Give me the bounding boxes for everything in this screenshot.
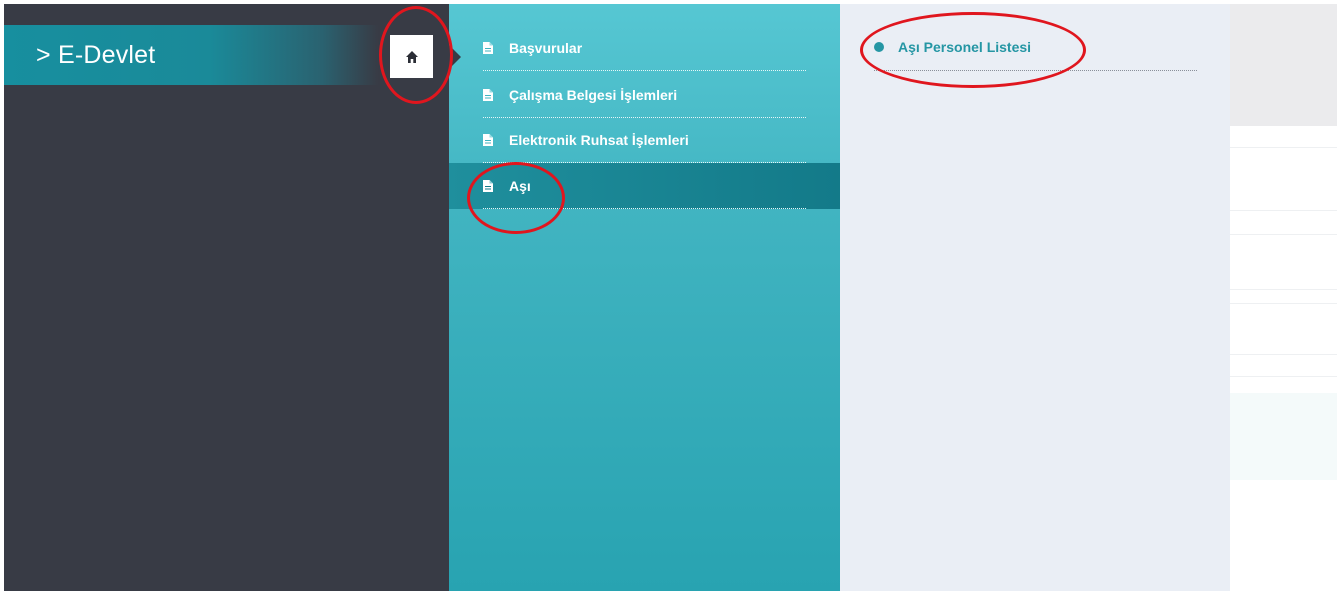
panel-notch <box>449 45 461 69</box>
breadcrumb[interactable]: > E-Devlet <box>4 25 378 85</box>
submenu-panel <box>840 4 1230 591</box>
document-icon <box>483 41 493 54</box>
menu-item-label: Elektronik Ruhsat İşlemleri <box>509 131 689 148</box>
left-navigation-panel <box>0 0 449 591</box>
document-icon <box>483 88 493 101</box>
background-divider <box>1230 303 1337 304</box>
menu-item-asi[interactable]: Aşı <box>483 163 806 209</box>
background-divider <box>1230 210 1337 211</box>
breadcrumb-label: > E-Devlet <box>36 40 156 69</box>
background-header <box>1230 4 1337 126</box>
document-icon <box>483 179 493 192</box>
background-divider <box>1230 234 1337 235</box>
home-icon <box>405 50 418 63</box>
menu-item-basvurular[interactable]: Başvurular <box>483 25 806 71</box>
bullet-dot-icon <box>874 42 884 52</box>
document-icon <box>483 133 493 146</box>
home-button[interactable] <box>390 35 433 78</box>
submenu-item-label: Aşı Personel Listesi <box>898 39 1032 55</box>
background-divider <box>1230 376 1337 377</box>
menu-item-calisma-belgesi[interactable]: Çalışma Belgesi İşlemleri <box>483 72 806 118</box>
background-divider <box>1230 147 1337 148</box>
menu-item-label: Aşı <box>509 177 531 194</box>
background-divider <box>1230 289 1337 290</box>
background-panel <box>1230 393 1337 480</box>
submenu-item-asi-personel-listesi[interactable]: Aşı Personel Listesi <box>874 30 1197 71</box>
background-divider <box>1230 354 1337 355</box>
menu-item-elektronik-ruhsat[interactable]: Elektronik Ruhsat İşlemleri <box>483 117 806 163</box>
menu-item-label: Başvurular <box>509 39 583 56</box>
menu-item-label: Çalışma Belgesi İşlemleri <box>509 86 678 103</box>
